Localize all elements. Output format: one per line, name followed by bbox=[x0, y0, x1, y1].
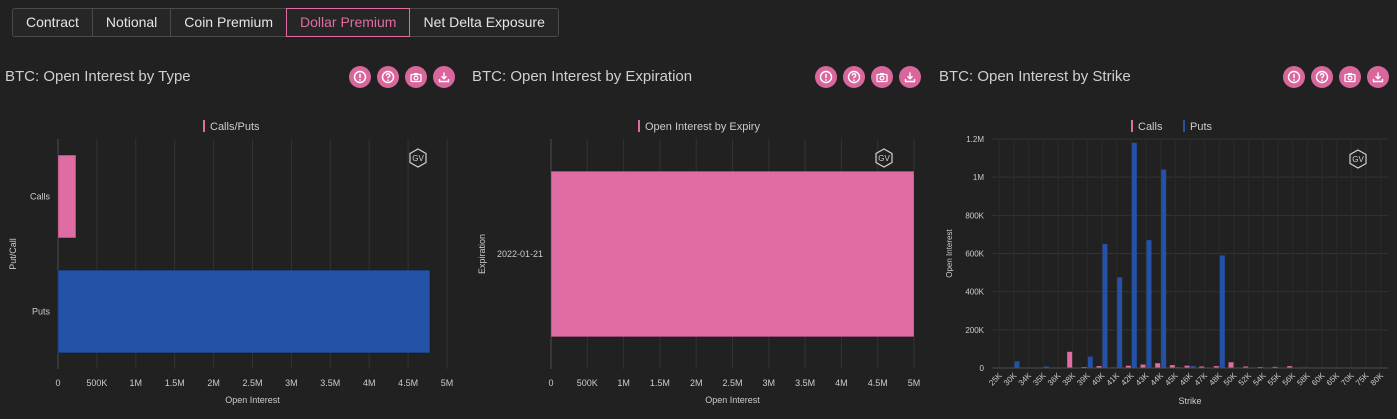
x-tick-label: 40K bbox=[1090, 371, 1107, 388]
x-tick-label: 44K bbox=[1149, 371, 1166, 388]
x-tick-label: 42K bbox=[1119, 371, 1136, 388]
y-axis-title: Put/Call bbox=[8, 238, 18, 270]
x-axis-title: Open Interest bbox=[225, 395, 280, 405]
x-tick-label: 1M bbox=[130, 378, 143, 388]
x-tick-label: 2M bbox=[207, 378, 220, 388]
y-tick-label: 1.2M bbox=[966, 135, 984, 144]
x-tick-label: 0 bbox=[55, 378, 60, 388]
x-tick-label: 4M bbox=[363, 378, 376, 388]
legend-label: Calls bbox=[1138, 121, 1163, 133]
bar-calls-50k bbox=[1228, 362, 1234, 368]
watermark-text: GV bbox=[412, 154, 424, 163]
x-tick-label: 55K bbox=[1266, 371, 1283, 388]
y-tick-label: 1M bbox=[973, 173, 984, 182]
x-tick-label: 35K bbox=[1031, 371, 1048, 388]
x-tick-label: 25K bbox=[987, 371, 1004, 388]
x-tick-label: 1M bbox=[617, 378, 630, 388]
bar-puts-42k bbox=[1131, 142, 1137, 368]
x-tick-label: 45K bbox=[1163, 371, 1180, 388]
x-tick-label: 1.5M bbox=[650, 378, 670, 388]
bar-calls-43k bbox=[1140, 364, 1146, 368]
x-tick-label: 2M bbox=[690, 378, 703, 388]
y-tick-label: 800K bbox=[965, 211, 984, 220]
bar-puts-44k bbox=[1161, 169, 1167, 368]
bar-2022-01-21 bbox=[550, 170, 915, 338]
bar-puts bbox=[57, 269, 431, 354]
bar-puts-48k bbox=[1219, 255, 1225, 368]
x-tick-label: 3.5M bbox=[795, 378, 815, 388]
x-tick-label: 50K bbox=[1222, 371, 1239, 388]
bar-puts-30k bbox=[1014, 361, 1020, 368]
y-axis-title: Expiration bbox=[477, 234, 487, 274]
legend-label: Calls/Puts bbox=[210, 121, 260, 133]
y-axis-title: Open Interest bbox=[945, 228, 954, 277]
x-tick-label: 1.5M bbox=[165, 378, 185, 388]
x-tick-label: 4M bbox=[835, 378, 848, 388]
y-category-label: Calls bbox=[30, 192, 51, 202]
x-tick-label: 5M bbox=[908, 378, 921, 388]
watermark-text: GV bbox=[878, 154, 890, 163]
x-tick-label: 3M bbox=[285, 378, 298, 388]
watermark-text: GV bbox=[1352, 155, 1364, 164]
x-axis-title: Open Interest bbox=[705, 395, 760, 405]
x-tick-label: 2.5M bbox=[722, 378, 742, 388]
x-tick-label: 0 bbox=[548, 378, 553, 388]
x-tick-label: 4.5M bbox=[868, 378, 888, 388]
y-category-label: Puts bbox=[32, 307, 51, 317]
x-tick-label: 34K bbox=[1017, 371, 1034, 388]
x-tick-label: 58K bbox=[1295, 371, 1312, 388]
x-tick-label: 75K bbox=[1354, 371, 1371, 388]
x-tick-label: 46K bbox=[1178, 371, 1195, 388]
x-tick-label: 47K bbox=[1193, 371, 1210, 388]
charts-canvas: 0 500K 1M 1.5M 2M 2.5M 3M 3.5M 4M 4.5M 5M Calls Puts… bbox=[8, 120, 1388, 406]
bar-puts-40k bbox=[1102, 243, 1108, 368]
bar-calls bbox=[57, 154, 77, 239]
x-tick-label: 60K bbox=[1310, 371, 1327, 388]
x-tick-label: 3.5M bbox=[320, 378, 340, 388]
legend-swatch bbox=[1131, 120, 1133, 132]
x-tick-label: 36K bbox=[1046, 371, 1063, 388]
x-tick-label: 54K bbox=[1251, 371, 1268, 388]
legend-label: Puts bbox=[1190, 121, 1213, 133]
legend-swatch bbox=[638, 120, 640, 132]
bar-puts-41k bbox=[1117, 277, 1123, 368]
x-tick-label: 38K bbox=[1061, 371, 1078, 388]
x-tick-label: 70K bbox=[1339, 371, 1356, 388]
x-tick-label: 500K bbox=[577, 378, 598, 388]
x-tick-label: 2.5M bbox=[242, 378, 262, 388]
y-tick-label: 600K bbox=[965, 250, 984, 259]
bar-calls-38k bbox=[1067, 351, 1073, 368]
x-tick-label: 5M bbox=[441, 378, 454, 388]
x-tick-label: 56K bbox=[1281, 371, 1298, 388]
x-tick-label: 3M bbox=[763, 378, 776, 388]
x-tick-label: 43K bbox=[1134, 371, 1151, 388]
x-tick-label: 30K bbox=[1002, 371, 1019, 388]
bar-puts-43k bbox=[1146, 240, 1152, 368]
bar-calls-44k bbox=[1155, 363, 1161, 368]
y-tick-label: 400K bbox=[965, 288, 984, 297]
x-tick-label: 48K bbox=[1207, 371, 1224, 388]
x-tick-label: 80K bbox=[1369, 371, 1386, 388]
x-tick-label: 39K bbox=[1075, 371, 1092, 388]
legend-label: Open Interest by Expiry bbox=[645, 121, 760, 133]
legend-swatch bbox=[1183, 120, 1185, 132]
x-tick-label: 52K bbox=[1237, 371, 1254, 388]
y-category-label: 2022-01-21 bbox=[497, 249, 543, 259]
y-tick-label: 200K bbox=[965, 326, 984, 335]
x-tick-label: 65K bbox=[1325, 371, 1342, 388]
bar-puts-39k bbox=[1087, 356, 1093, 368]
x-axis-title: Strike bbox=[1178, 396, 1201, 406]
x-tick-label: 4.5M bbox=[398, 378, 418, 388]
legend-swatch bbox=[203, 120, 205, 132]
y-tick-label: 0 bbox=[980, 364, 985, 373]
x-tick-label: 500K bbox=[86, 378, 107, 388]
x-tick-label: 41K bbox=[1105, 371, 1122, 388]
